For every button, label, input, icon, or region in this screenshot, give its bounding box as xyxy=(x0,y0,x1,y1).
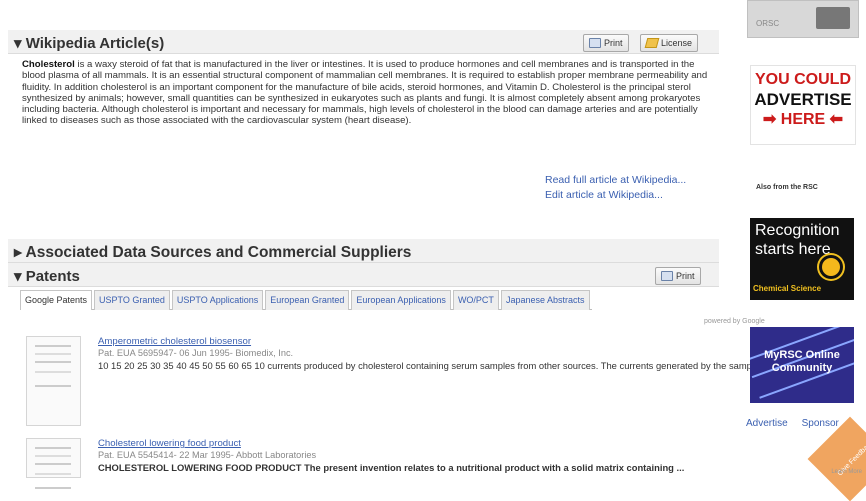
edit-article-link[interactable]: Edit article at Wikipedia... xyxy=(545,188,686,203)
sponsor-link[interactable]: Sponsor xyxy=(802,418,839,429)
myrsc-community-ad[interactable]: MyRSC Online Community xyxy=(750,327,854,403)
tab-uspto-applications[interactable]: USPTO Applications xyxy=(171,290,264,310)
chemical-science-brand: Chemical Science xyxy=(753,284,822,293)
advertise-line1: YOU COULD xyxy=(755,71,851,88)
wikipedia-article-text: Cholesterol is a waxy steroid of fat tha… xyxy=(22,59,712,127)
wikipedia-section-header: ▾ Wikipedia Article(s) Print License xyxy=(8,30,719,54)
feedback-corner[interactable]: Give Feedback xyxy=(807,416,866,501)
patent-list-item: Cholesterol lowering food product Pat. E… xyxy=(20,438,740,478)
license-label: License xyxy=(661,38,693,48)
associated-section-title[interactable]: ▸ Associated Data Sources and Commercial… xyxy=(14,243,411,262)
license-icon xyxy=(644,38,660,48)
advertise-line3: ➡ HERE ⬅ xyxy=(762,111,844,128)
patents-print-button[interactable]: Print xyxy=(655,267,701,285)
patent-thumbnail[interactable] xyxy=(26,336,81,426)
print-label: Print xyxy=(676,271,695,281)
sidebar: ORSC YOU COULD ADVERTISE ➡ HERE ⬅ Also f… xyxy=(738,0,866,501)
patent-meta: Pat. EUA 5695947- 06 Jun 1995- Biomedix,… xyxy=(98,348,294,358)
patent-snippet: CHOLESTEROL LOWERING FOOD PRODUCT The pr… xyxy=(98,462,685,473)
wikipedia-section-title[interactable]: ▾ Wikipedia Article(s) xyxy=(14,34,164,52)
tab-wo-pct[interactable]: WO/PCT xyxy=(452,290,499,310)
associated-title-text: Associated Data Sources and Commercial S… xyxy=(25,244,412,261)
collapse-arrow-icon[interactable]: ▾ xyxy=(14,268,26,285)
patent-thumbnail[interactable] xyxy=(26,438,81,478)
patent-snippet: 10 15 20 25 30 35 40 45 50 55 60 65 10 c… xyxy=(98,360,775,371)
recognition-ad[interactable]: Recognition starts here Chemical Science xyxy=(750,218,854,300)
collapse-arrow-icon[interactable]: ▾ xyxy=(14,35,26,52)
tab-european-granted[interactable]: European Granted xyxy=(265,290,350,310)
patent-meta: Pat. EUA 5545414- 22 Mar 1995- Abbott La… xyxy=(98,450,317,460)
associated-section-header[interactable]: ▸ Associated Data Sources and Commercial… xyxy=(8,239,719,263)
advertise-here-banner[interactable]: YOU COULD ADVERTISE ➡ HERE ⬅ xyxy=(750,65,856,145)
wikipedia-title-text: Wikipedia Article(s) xyxy=(25,35,165,52)
tab-japanese-abstracts[interactable]: Japanese Abstracts xyxy=(500,290,590,310)
patent-title-link[interactable]: Cholesterol lowering food product xyxy=(98,438,241,449)
sun-icon xyxy=(822,258,840,276)
wikipedia-print-button[interactable]: Print xyxy=(583,34,629,52)
also-from-rsc-label: Also from the RSC xyxy=(756,184,818,191)
print-label: Print xyxy=(604,38,623,48)
advertise-link[interactable]: Advertise xyxy=(746,418,788,429)
license-button[interactable]: License xyxy=(640,34,699,52)
patent-list-item: Amperometric cholesterol biosensor Pat. … xyxy=(20,336,774,428)
main-content: ▾ Wikipedia Article(s) Print License Cho… xyxy=(0,0,774,478)
patents-title-text: Patents xyxy=(25,268,80,285)
tab-uspto-granted[interactable]: USPTO Granted xyxy=(94,290,170,310)
myrsc-text: MyRSC Online Community xyxy=(764,349,840,374)
patents-section-header: ▾ Patents Print xyxy=(8,263,719,287)
patent-title-link[interactable]: Amperometric cholesterol biosensor xyxy=(98,336,251,347)
tab-google-patents[interactable]: Google Patents xyxy=(20,290,93,310)
article-term: Cholesterol xyxy=(22,59,75,70)
tab-european-applications[interactable]: European Applications xyxy=(351,290,451,310)
top-ad-text: ORSC xyxy=(756,19,780,28)
expand-arrow-icon[interactable]: ▸ xyxy=(14,244,26,261)
printer-icon xyxy=(661,271,673,281)
patents-tab-bar: Google Patents USPTO Granted USPTO Appli… xyxy=(20,290,592,310)
sidebar-ad-links: Advertise Sponsor xyxy=(746,418,839,429)
advertise-line2: ADVERTISE xyxy=(754,90,852,109)
learn-more-link[interactable]: Learn More xyxy=(831,469,862,475)
article-body: is a waxy steroid of fat that is manufac… xyxy=(22,59,708,127)
wikipedia-links: Read full article at Wikipedia... Edit a… xyxy=(545,173,686,203)
patents-section-title[interactable]: ▾ Patents xyxy=(14,267,80,285)
top-ad-banner[interactable]: ORSC xyxy=(747,0,859,38)
recognition-text: Recognition starts here xyxy=(755,222,840,258)
printer-icon xyxy=(589,38,601,48)
read-full-article-link[interactable]: Read full article at Wikipedia... xyxy=(545,173,686,188)
